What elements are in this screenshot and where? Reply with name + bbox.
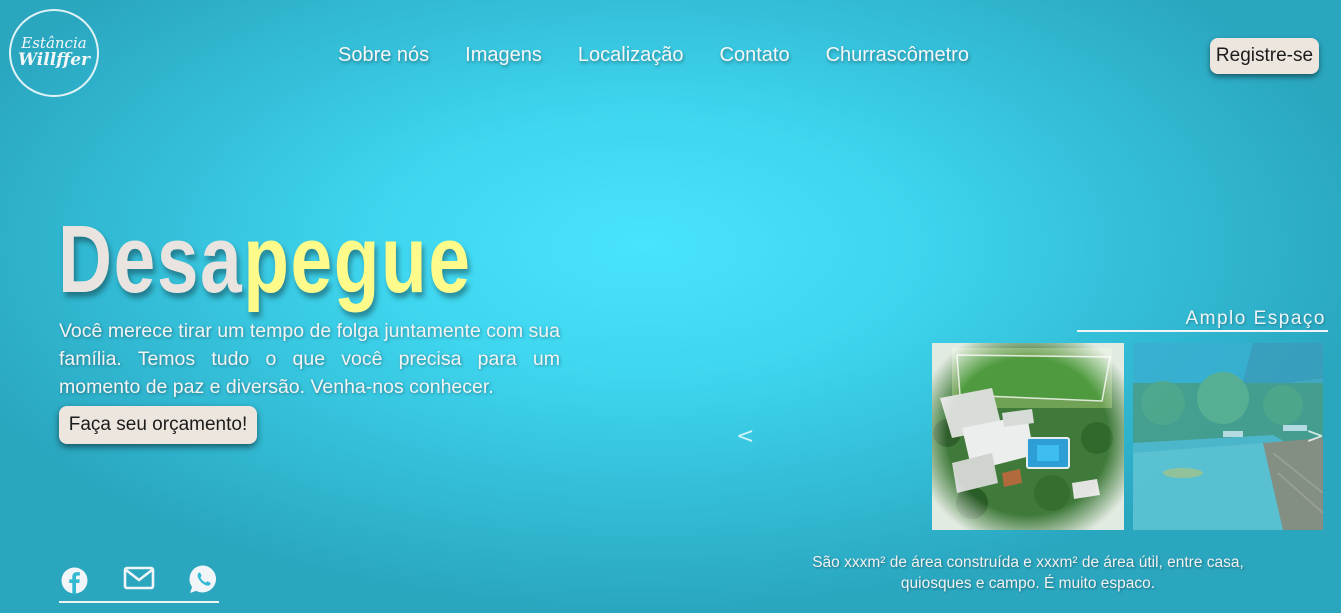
whatsapp-icon[interactable] (188, 564, 219, 600)
social-links (59, 563, 219, 603)
hero-title-part-2: pegue (243, 206, 472, 313)
quote-button[interactable]: Faça seu orçamento! (59, 406, 257, 444)
hero-description: Você merece tirar um tempo de folga junt… (59, 320, 560, 398)
facebook-icon[interactable] (61, 567, 88, 599)
nav-link-sobre-nos[interactable]: Sobre nós (338, 44, 429, 67)
nav-link-contato[interactable]: Contato (720, 44, 790, 67)
carousel-prev-button[interactable]: < (736, 424, 754, 449)
nav-link-churrascometro[interactable]: Churrascômetro (826, 44, 969, 67)
logo-line-2: Willffer (17, 49, 90, 70)
carousel-image-pool (1133, 343, 1323, 530)
carousel-next-button[interactable]: > (1306, 424, 1324, 449)
nav-link-localizacao[interactable]: Localização (578, 44, 684, 67)
mail-icon[interactable] (123, 565, 155, 596)
carousel-image-aerial (932, 343, 1124, 530)
logo[interactable]: Estância Willffer (9, 9, 99, 97)
carousel-title: Amplo Espaço (1077, 308, 1328, 332)
hero-title-part-1: Desa (58, 206, 244, 313)
hero-title: Desapegue (58, 212, 472, 308)
main-nav: Sobre nós Imagens Localização Contato Ch… (338, 44, 1005, 67)
nav-link-imagens[interactable]: Imagens (465, 44, 542, 67)
register-button[interactable]: Registre-se (1210, 38, 1319, 74)
carousel-caption: São xxxm² de área construída e xxxm² de … (812, 554, 1244, 592)
